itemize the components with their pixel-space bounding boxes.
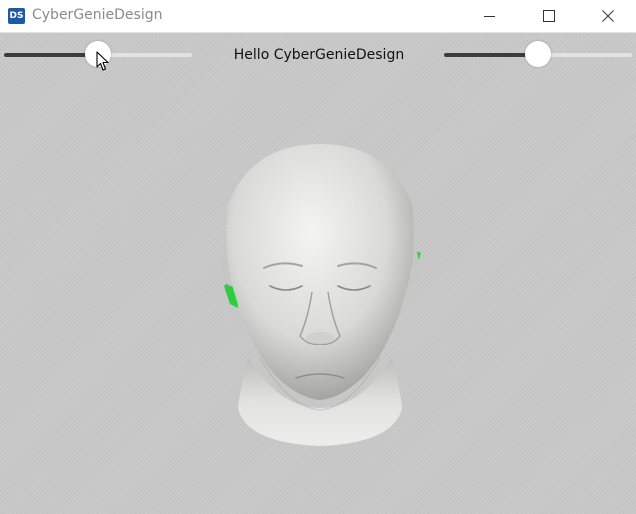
app-logo-icon: DS: [8, 8, 25, 24]
close-icon: [602, 10, 614, 22]
nose-tip: [306, 332, 334, 344]
slider-fill: [4, 53, 98, 57]
render-area[interactable]: Hello CyberGenieDesign: [0, 33, 636, 514]
hello-label: Hello CyberGenieDesign: [233, 47, 405, 63]
right-slider[interactable]: [444, 41, 632, 67]
minimize-icon: [484, 16, 495, 17]
maximize-button[interactable]: [526, 0, 572, 32]
window-title: CyberGenieDesign: [32, 7, 163, 23]
maximize-icon: [543, 10, 555, 22]
minimize-button[interactable]: [467, 0, 513, 32]
slider-fill: [444, 53, 538, 57]
app-window: DS CyberGenieDesign Hello CyberGenieDesi…: [0, 0, 636, 514]
mouse-cursor-icon: [96, 51, 109, 71]
head-surface: [226, 144, 414, 400]
slider-thumb[interactable]: [525, 41, 551, 67]
3d-head-model[interactable]: [200, 108, 440, 468]
title-bar[interactable]: DS CyberGenieDesign: [0, 0, 636, 33]
close-button[interactable]: [585, 0, 631, 32]
